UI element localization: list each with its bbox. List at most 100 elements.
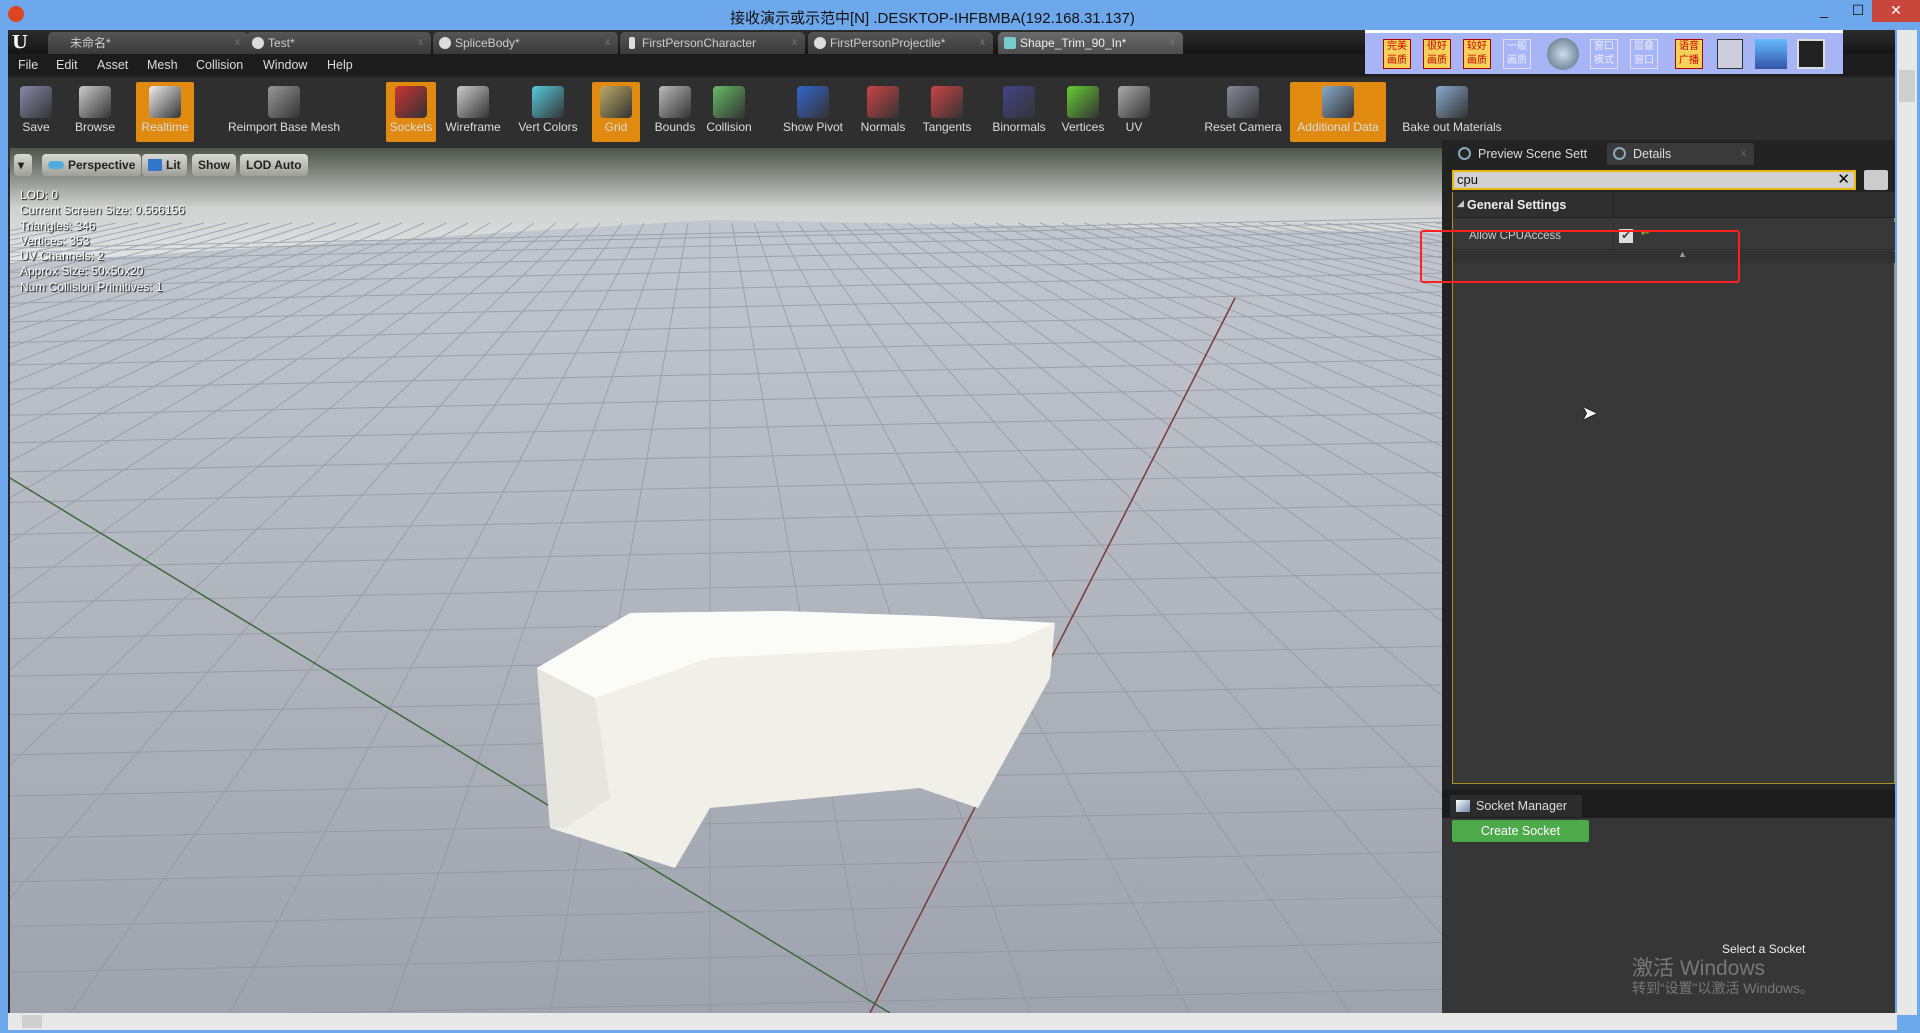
details-search-input[interactable]: cpu ✕ <box>1452 170 1856 190</box>
maximize-button[interactable]: ☐ <box>1840 0 1876 22</box>
additional-data-icon <box>1322 86 1354 118</box>
save-icon <box>20 86 52 118</box>
reimport-icon <box>268 86 300 118</box>
toolbar-bounds-button[interactable]: Bounds <box>650 82 700 142</box>
toolbar-normals-button[interactable]: Normals <box>854 82 912 142</box>
quality-good-button[interactable]: 较好画质 <box>1463 39 1491 69</box>
toolbar-vertices-button[interactable]: Vertices <box>1054 82 1112 142</box>
mouse-cursor-icon: ➤ <box>1582 403 1598 423</box>
uv-icon <box>1118 86 1150 118</box>
tab-untitled[interactable]: 未命名* x <box>48 32 248 54</box>
toolbar-save-button[interactable]: Save <box>14 82 58 142</box>
voice-broadcast-button[interactable]: 语音广播 <box>1675 39 1703 69</box>
menu-window[interactable]: Window <box>263 58 307 72</box>
tab-preview-scene-settings[interactable]: Preview Scene Sett <box>1452 143 1602 165</box>
browse-icon <box>79 86 111 118</box>
toolbar-reset-camera-button[interactable]: Reset Camera <box>1198 82 1288 142</box>
screen-share-icon[interactable] <box>1755 39 1787 69</box>
toolbar-collision-button[interactable]: Collision <box>702 82 756 142</box>
toolbar-label: Save <box>22 120 50 134</box>
collision-icon <box>713 86 745 118</box>
mesh-stats: LOD: 0 Current Screen Size: 0.566156 Tri… <box>20 188 185 295</box>
toolbar-additional-data-button[interactable]: Additional Data <box>1290 82 1386 142</box>
toolbar-vert-colors-button[interactable]: Vert Colors <box>510 82 586 142</box>
menu-collision[interactable]: Collision <box>196 58 243 72</box>
tab-details[interactable]: Details x <box>1607 143 1754 165</box>
toolbar-tangents-button[interactable]: Tangents <box>916 82 978 142</box>
menu-asset[interactable]: Asset <box>97 58 128 72</box>
tab-firstpersoncharacter[interactable]: FirstPersonCharacter x <box>620 32 805 54</box>
category-general-settings[interactable]: ◢ General Settings <box>1453 192 1895 218</box>
tab-test[interactable]: Test* x <box>246 32 431 54</box>
window-mode-button[interactable]: 窗口模式 <box>1590 39 1618 69</box>
create-socket-button[interactable]: Create Socket <box>1452 820 1589 842</box>
menu-help[interactable]: Help <box>327 58 353 72</box>
toolbar-label: Browse <box>74 120 115 134</box>
toolbar-reimport-base-mesh-button[interactable]: Reimport Base Mesh <box>214 82 354 142</box>
scrollbar-thumb[interactable] <box>1899 70 1915 102</box>
toolbar-bake-out-materials-button[interactable]: Bake out Materials <box>1392 82 1512 142</box>
menu-file[interactable]: File <box>18 58 38 72</box>
window-title: 接收演示或示范中[N] .DESKTOP-IHFBMBA(192.168.31.… <box>730 10 1135 27</box>
toolbar-show-pivot-button[interactable]: Show Pivot <box>778 82 848 142</box>
pen-icon[interactable] <box>1717 39 1743 69</box>
socket-icon <box>1456 800 1470 812</box>
toolbar-wireframe-button[interactable]: Wireframe <box>444 82 502 142</box>
view-options-icon[interactable] <box>1864 170 1888 190</box>
lit-cube-icon <box>148 159 162 171</box>
cascade-window-button[interactable]: 层叠窗口 <box>1630 39 1658 69</box>
tab-label: 未命名* <box>70 36 111 50</box>
toolbar-uv-button[interactable]: UV <box>1114 82 1154 142</box>
quality-normal-button[interactable]: 一般画质 <box>1503 39 1531 69</box>
tab-label: Preview Scene Sett <box>1478 147 1588 161</box>
toolbar-label: Vert Colors <box>518 120 578 134</box>
tab-shape-trim[interactable]: Shape_Trim_90_In* x <box>998 32 1183 54</box>
tab-label: Test* <box>268 36 295 50</box>
perspective-label: Perspective <box>68 158 136 172</box>
show-button[interactable]: Show <box>192 154 236 176</box>
toolbar-label: Vertices <box>1061 120 1105 134</box>
stat-triangles: Triangles: 346 <box>20 218 96 233</box>
search-value: cpu <box>1457 172 1478 187</box>
pin-icon[interactable] <box>1547 38 1579 70</box>
tab-splicebody[interactable]: SpliceBody* x <box>433 32 618 54</box>
toolbar-browse-button[interactable]: Browse <box>66 82 124 142</box>
stat-collision: Num Collision Primitives: 1 <box>20 279 163 294</box>
mesh-viewport[interactable]: ▾ Perspective Lit Show LOD Auto LOD: 0 C… <box>10 148 1443 1013</box>
vertical-scrollbar[interactable] <box>1897 30 1917 1015</box>
horizontal-scrollbar[interactable] <box>8 1013 1897 1030</box>
toolbar-grid-button[interactable]: Grid <box>592 82 640 142</box>
toolbar-label: Realtime <box>141 120 189 134</box>
viewport-scene <box>10 148 1443 1013</box>
quality-perfect-button[interactable]: 完美画质 <box>1383 39 1411 69</box>
binormals-icon <box>1003 86 1035 118</box>
tab-label: FirstPersonCharacter <box>642 36 757 50</box>
sphere-icon <box>252 37 264 49</box>
close-button[interactable]: ✕ <box>1872 0 1920 22</box>
quality-very-good-button[interactable]: 很好画质 <box>1423 39 1451 69</box>
stat-vertices: Vertices: 353 <box>20 233 90 248</box>
toolbar-sockets-button[interactable]: Sockets <box>386 82 436 142</box>
scrollbar-thumb[interactable] <box>22 1015 42 1028</box>
category-label: General Settings <box>1467 198 1567 212</box>
toolbar-realtime-button[interactable]: Realtime <box>136 82 194 142</box>
perspective-button[interactable]: Perspective <box>42 154 142 176</box>
minimize-button[interactable]: _ <box>1806 0 1842 22</box>
activation-watermark-text: 转到“设置”以激活 Windows。 <box>1632 980 1815 996</box>
clear-search-icon[interactable]: ✕ <box>1837 172 1850 188</box>
menu-edit[interactable]: Edit <box>56 58 78 72</box>
menu-mesh[interactable]: Mesh <box>147 58 178 72</box>
unreal-logo-icon: U <box>12 32 28 53</box>
lod-button[interactable]: LOD Auto <box>240 154 308 176</box>
toolbar-label: Bounds <box>654 120 696 134</box>
wireframe-icon <box>457 86 489 118</box>
pivot-icon <box>797 86 829 118</box>
viewport-options-button[interactable]: ▾ <box>14 154 32 176</box>
record-icon[interactable] <box>1797 39 1825 69</box>
tab-firstpersonprojectile[interactable]: FirstPersonProjectile* x <box>808 32 993 54</box>
toolbar-binormals-button[interactable]: Binormals <box>984 82 1054 142</box>
vertices-icon <box>1067 86 1099 118</box>
lit-button[interactable]: Lit <box>142 154 187 176</box>
tab-socket-manager[interactable]: Socket Manager <box>1450 795 1582 817</box>
app-logo-icon <box>8 6 24 22</box>
